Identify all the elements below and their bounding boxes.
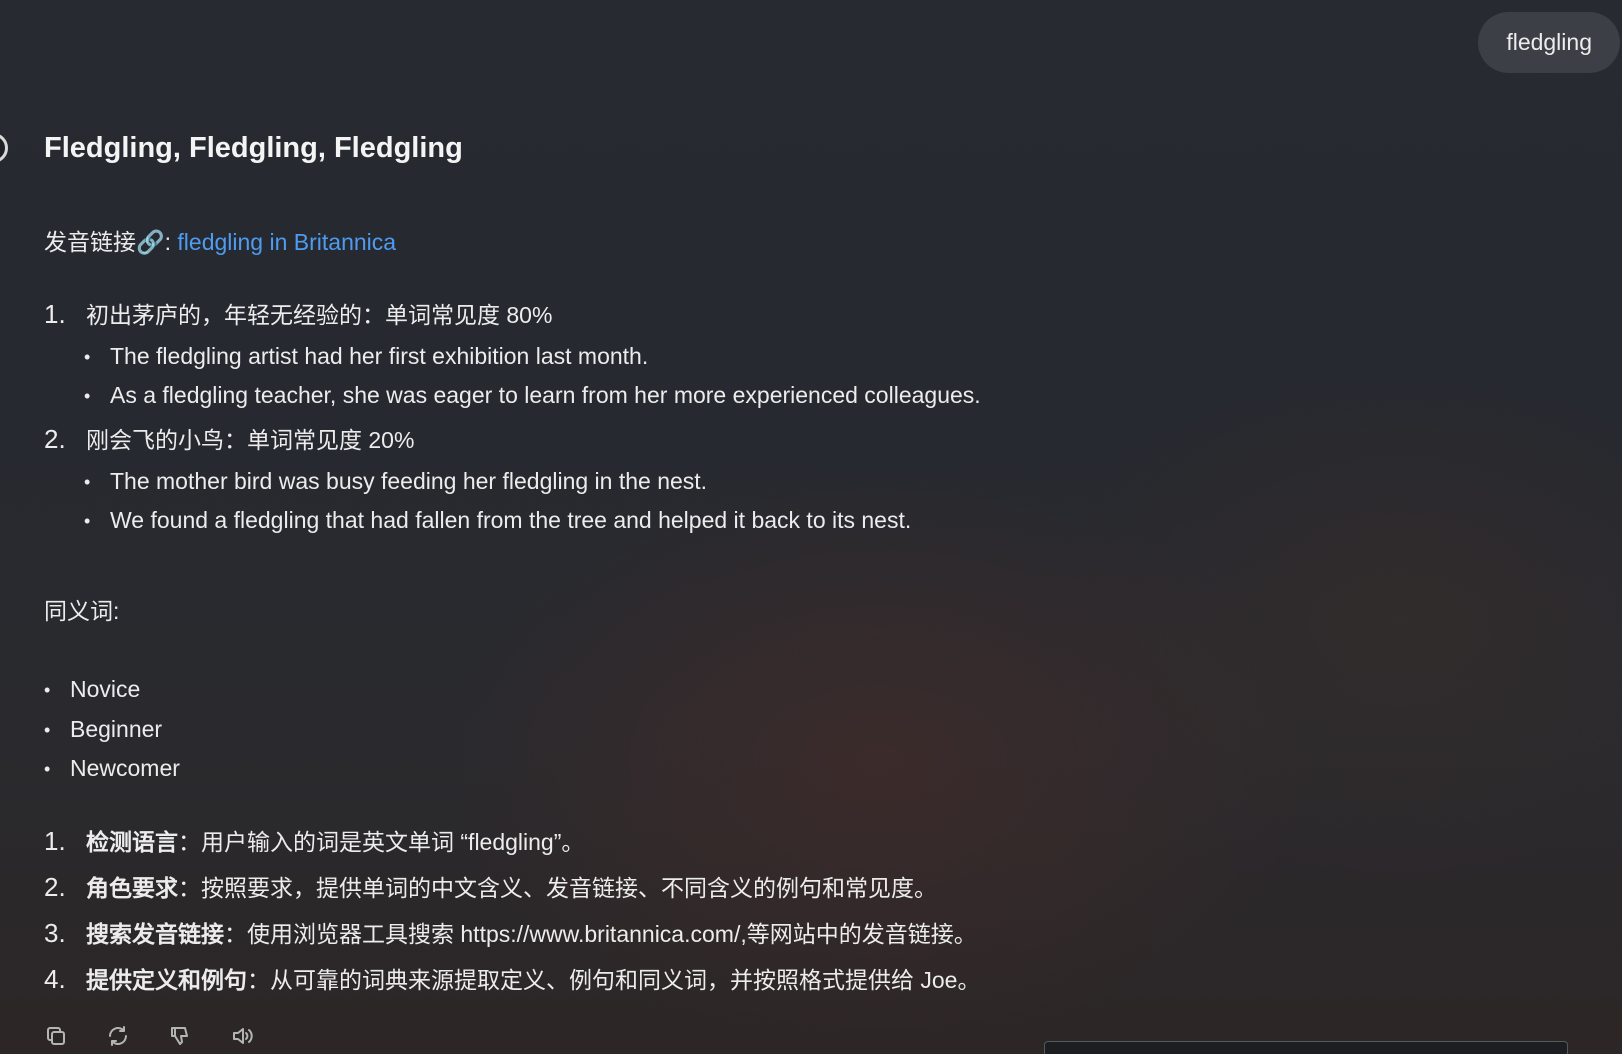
step-number: 1. [44, 826, 66, 856]
link-preview-tooltip [1044, 1041, 1568, 1054]
step-text: ：用户输入的词是英文单词 “fledgling”。 [178, 829, 585, 855]
response-title: Fledgling, Fledgling, Fledgling [44, 132, 463, 164]
step-text: ：从可靠的词典来源提取定义、例句和同义词，并按照格式提供给 Joe。 [247, 967, 981, 993]
read-aloud-icon [233, 1028, 253, 1044]
bullet-icon: • [84, 472, 91, 492]
bullet-icon: • [44, 759, 51, 779]
thumbs-down-button[interactable] [168, 1024, 192, 1048]
regenerate-icon [109, 1026, 127, 1046]
read-aloud-button[interactable] [230, 1024, 254, 1048]
step-number: 4. [44, 964, 66, 994]
step-item: 1. 检测语言：用户输入的词是英文单词 “fledgling”。 [44, 825, 584, 858]
step-item: 2. 角色要求：按照要求，提供单词的中文含义、发音链接、不同含义的例句和常见度。 [44, 871, 937, 904]
bullet-icon: • [44, 680, 51, 700]
synonyms-label: 同义词: [44, 598, 120, 624]
synonym-text: Beginner [70, 716, 163, 742]
assistant-avatar [0, 133, 8, 163]
bullet-icon: • [84, 511, 91, 531]
regenerate-button[interactable] [106, 1024, 130, 1048]
step-number: 2. [44, 872, 66, 902]
assistant-response: Fledgling, Fledgling, Fledgling 发音链接🔗: f… [44, 130, 1164, 994]
synonym-item: • Novice [44, 673, 140, 706]
synonym-text: Novice [70, 676, 141, 702]
synonym-text: Newcomer [70, 755, 180, 781]
example-item: • We found a fledgling that had fallen fr… [84, 504, 911, 537]
step-text: ：按照要求，提供单词的中文含义、发音链接、不同含义的例句和常见度。 [178, 875, 937, 901]
user-message-bubble: fledgling [1478, 12, 1620, 73]
example-item: • As a fledgling teacher, she was eager t… [84, 379, 981, 412]
meaning-text: 刚会飞的小鸟：单词常见度 20% [86, 427, 415, 453]
step-text: ：使用浏览器工具搜索 https://www.britannica.com/,等… [224, 921, 977, 947]
example-item: • The fledgling artist had her first exhi… [84, 340, 648, 373]
step-title: 角色要求 [86, 875, 178, 901]
britannica-link[interactable]: fledgling in Britannica [177, 229, 396, 255]
user-message-text: fledgling [1506, 29, 1592, 55]
synonym-item: • Beginner [44, 713, 162, 746]
example-item: • The mother bird was busy feeding her fl… [84, 465, 707, 498]
meaning-item-2: 2. 刚会飞的小鸟：单词常见度 20% [44, 423, 414, 456]
meaning-text: 初出茅庐的，年轻无经验的：单词常见度 80% [86, 302, 553, 328]
step-title: 检测语言 [86, 829, 178, 855]
pronunciation-line: 发音链接🔗: fledgling in Britannica [44, 226, 396, 258]
meaning-item-1: 1. 初出茅庐的，年轻无经验的：单词常见度 80% [44, 298, 552, 331]
bullet-icon: • [44, 720, 51, 740]
example-text: We found a fledgling that had fallen fro… [110, 507, 912, 533]
meaning-number: 1. [44, 299, 66, 329]
pronunciation-label: 发音链接🔗: [44, 229, 178, 255]
example-text: As a fledgling teacher, she was eager to… [110, 382, 981, 408]
step-item: 4. 提供定义和例句：从可靠的词典来源提取定义、例句和同义词，并按照格式提供给 J… [44, 963, 980, 996]
bullet-icon: • [84, 386, 91, 406]
step-title: 搜索发音链接 [86, 921, 224, 947]
bullet-icon: • [84, 347, 91, 367]
example-text: The mother bird was busy feeding her fle… [110, 468, 708, 494]
example-text: The fledgling artist had her first exhib… [110, 343, 649, 369]
copy-button[interactable] [44, 1024, 68, 1048]
step-number: 3. [44, 918, 66, 948]
step-title: 提供定义和例句 [86, 967, 247, 993]
synonym-item: • Newcomer [44, 752, 180, 785]
thumbs-down-icon [171, 1027, 188, 1045]
meaning-number: 2. [44, 424, 66, 454]
step-item: 3. 搜索发音链接：使用浏览器工具搜索 https://www.britannic… [44, 917, 977, 950]
copy-icon [47, 1027, 65, 1045]
response-actions [44, 1024, 254, 1048]
